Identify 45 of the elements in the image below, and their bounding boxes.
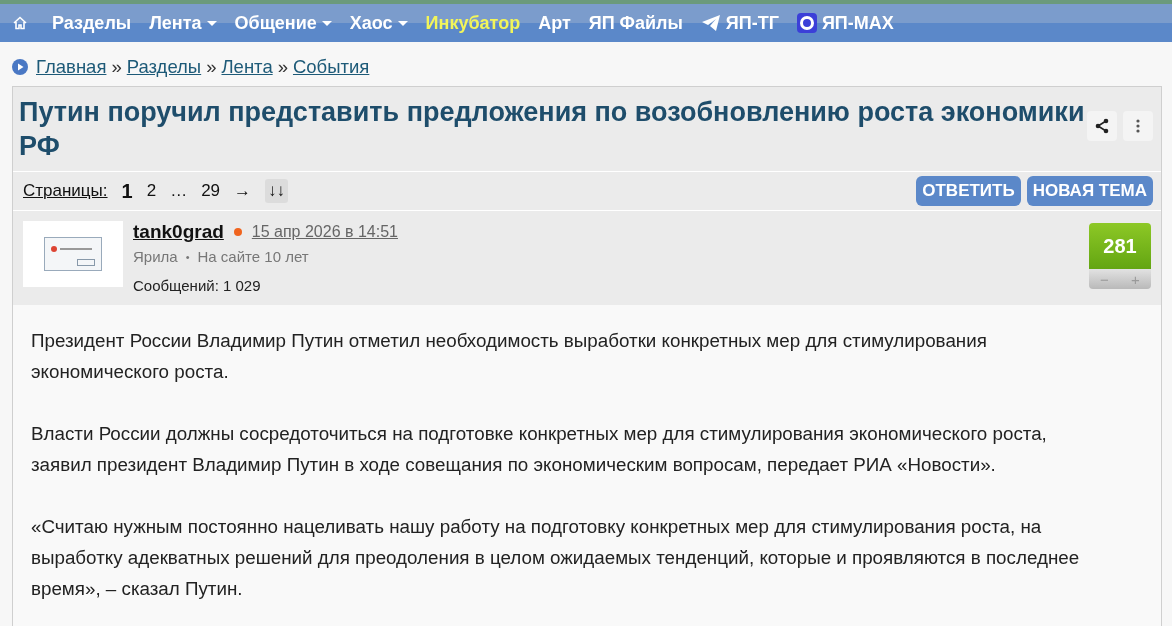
pages-label: Страницы: [23, 181, 108, 201]
play-circle-icon [11, 58, 29, 76]
post-date-link[interactable]: 15 апр 2026 в 14:51 [251, 223, 398, 241]
share-button[interactable] [1087, 111, 1117, 141]
post-paragraph: «Считаю нужным постоянно нацеливать нашу работу на подготовку конкретных мер для стимулирования роста, на выработку адекватных решений для преодоления в целом ожидаемых тенденций, которые и проявляются в последнее время», – сказал Путин. [31, 515, 1081, 601]
nav-link[interactable]: ЯП Файлы [588, 12, 683, 34]
page-link[interactable]: 2 [146, 181, 157, 201]
breadcrumb-separator: » [206, 56, 217, 78]
post-paragraph: Власти России должны сосредоточиться на подготовке конкретных мер для стимулирования экономического роста, заявил президент Владимир Путин в ходе совещания по экономическим вопросам, передает РИА «Новости». [31, 422, 1048, 477]
breadcrumb-link[interactable]: Лента [221, 56, 273, 78]
rating-value: 281 [1089, 223, 1151, 269]
membership-duration: На сайте 10 лет [197, 248, 309, 265]
breadcrumb-separator: » [277, 56, 288, 78]
nav-link[interactable]: Общение [234, 12, 332, 34]
page-link[interactable]: … [170, 181, 188, 201]
home-icon[interactable] [12, 15, 28, 31]
paper-plane-icon [700, 14, 721, 32]
author-link[interactable]: tank0grad [133, 221, 224, 243]
ring-logo-icon [796, 13, 817, 33]
user-rank: Ярила [133, 248, 178, 265]
page-link[interactable]: 29 [201, 181, 221, 201]
share-icon [1094, 118, 1110, 134]
bullet-separator: • [185, 250, 190, 263]
more-button[interactable] [1123, 111, 1153, 141]
nav-link[interactable]: Инкубатор [425, 12, 521, 34]
nav-link[interactable]: Лента [149, 12, 217, 34]
breadcrumb-link[interactable]: Главная [36, 56, 107, 78]
jump-to-end-button[interactable]: ↓↓ [265, 179, 289, 203]
next-page-link[interactable]: → [234, 181, 252, 201]
topic-title: Путин поручил представить предложения по возобновлению роста экономики РФ [19, 96, 1086, 163]
message-count: Сообщений: 1 029 [133, 277, 262, 294]
post-paragraph: Президент России Владимир Путин отметил необходимость выработки конкретных мер для стимулирования экономического роста. [31, 329, 988, 384]
page-link[interactable]: 1 [121, 179, 133, 203]
nav-link[interactable]: Арт [538, 12, 571, 34]
nav-link[interactable]: ЯП-ТГ [700, 12, 779, 34]
nav-link[interactable]: Разделы [52, 12, 132, 34]
nav-link[interactable]: ЯП-MAX [796, 12, 894, 34]
breadcrumb-link[interactable]: Разделы [126, 56, 202, 78]
nav-link[interactable]: Хаос [349, 12, 408, 34]
more-icon [1136, 118, 1140, 134]
action-button[interactable]: ОТВЕТИТЬ [916, 176, 1021, 206]
action-button[interactable]: НОВАЯ ТЕМА [1026, 176, 1153, 206]
vote-down-button[interactable]: − [1096, 269, 1113, 289]
breadcrumb-link[interactable]: События [292, 56, 370, 78]
breadcrumb-separator: » [111, 56, 122, 78]
